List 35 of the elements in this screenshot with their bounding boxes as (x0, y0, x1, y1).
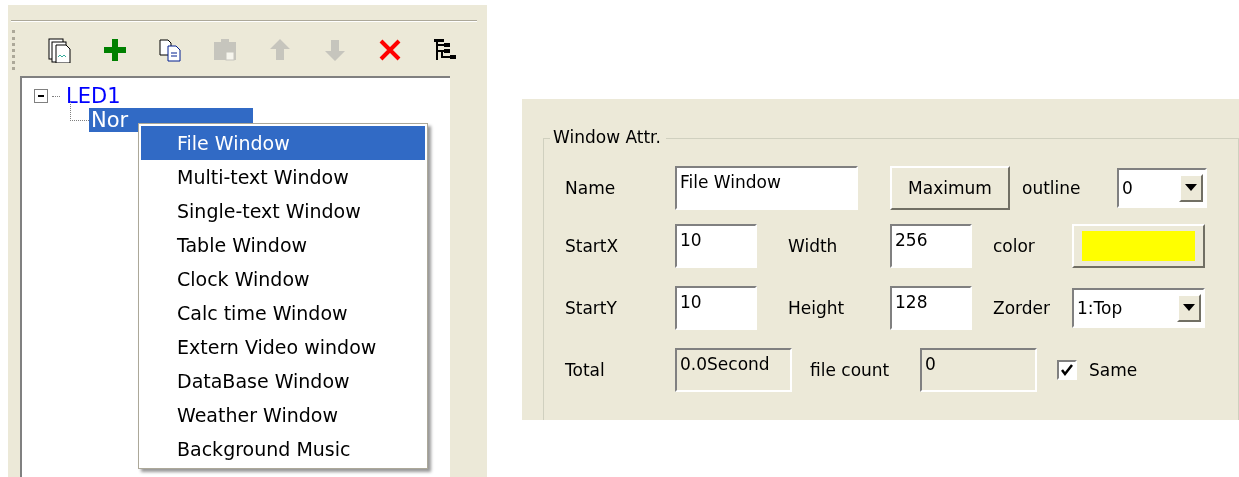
maximum-button[interactable]: Maximum (890, 166, 1010, 210)
checkbox-label: Same (1089, 360, 1138, 380)
menu-item[interactable]: Calc time Window (141, 296, 425, 330)
menu-item[interactable]: Extern Video window (141, 330, 425, 364)
start-x-field[interactable]: 10 (675, 224, 757, 268)
field-label: Width (788, 236, 839, 256)
outline-select[interactable]: 0 (1117, 168, 1207, 208)
color-button[interactable] (1072, 224, 1205, 268)
height-field[interactable]: 128 (890, 286, 972, 330)
menu-item[interactable]: Weather Window (141, 398, 425, 432)
field-label: file count (810, 360, 891, 380)
field-label: StartX (565, 236, 620, 256)
menu-item[interactable]: Single-text Window (141, 194, 425, 228)
same-checkbox[interactable] (1057, 360, 1077, 380)
field-label: color (993, 236, 1036, 256)
name-field[interactable]: File Window (675, 166, 858, 210)
collapse-icon[interactable] (34, 89, 48, 103)
total-field: 0.0Second (675, 348, 792, 392)
tree-item[interactable]: LED1 (64, 84, 123, 108)
width-field[interactable]: 256 (890, 224, 972, 268)
start-y-field[interactable]: 10 (675, 286, 757, 330)
field-label: Height (788, 298, 846, 318)
file-count-field: 0 (920, 348, 1037, 392)
menu-item[interactable]: Multi-text Window (141, 160, 425, 194)
field-label: StartY (565, 298, 618, 318)
menu-item[interactable]: Background Music (141, 432, 425, 466)
field-label: Total (565, 360, 606, 380)
menu-item[interactable]: DataBase Window (141, 364, 425, 398)
menu-item[interactable]: Clock Window (141, 262, 425, 296)
field-label: Zorder (993, 298, 1051, 318)
menu-item[interactable]: Table Window (141, 228, 425, 262)
menu-item[interactable]: File Window (141, 126, 425, 160)
field-label: outline (1022, 178, 1082, 198)
field-label: Name (565, 178, 617, 198)
zorder-select[interactable]: 1:Top (1072, 288, 1205, 328)
